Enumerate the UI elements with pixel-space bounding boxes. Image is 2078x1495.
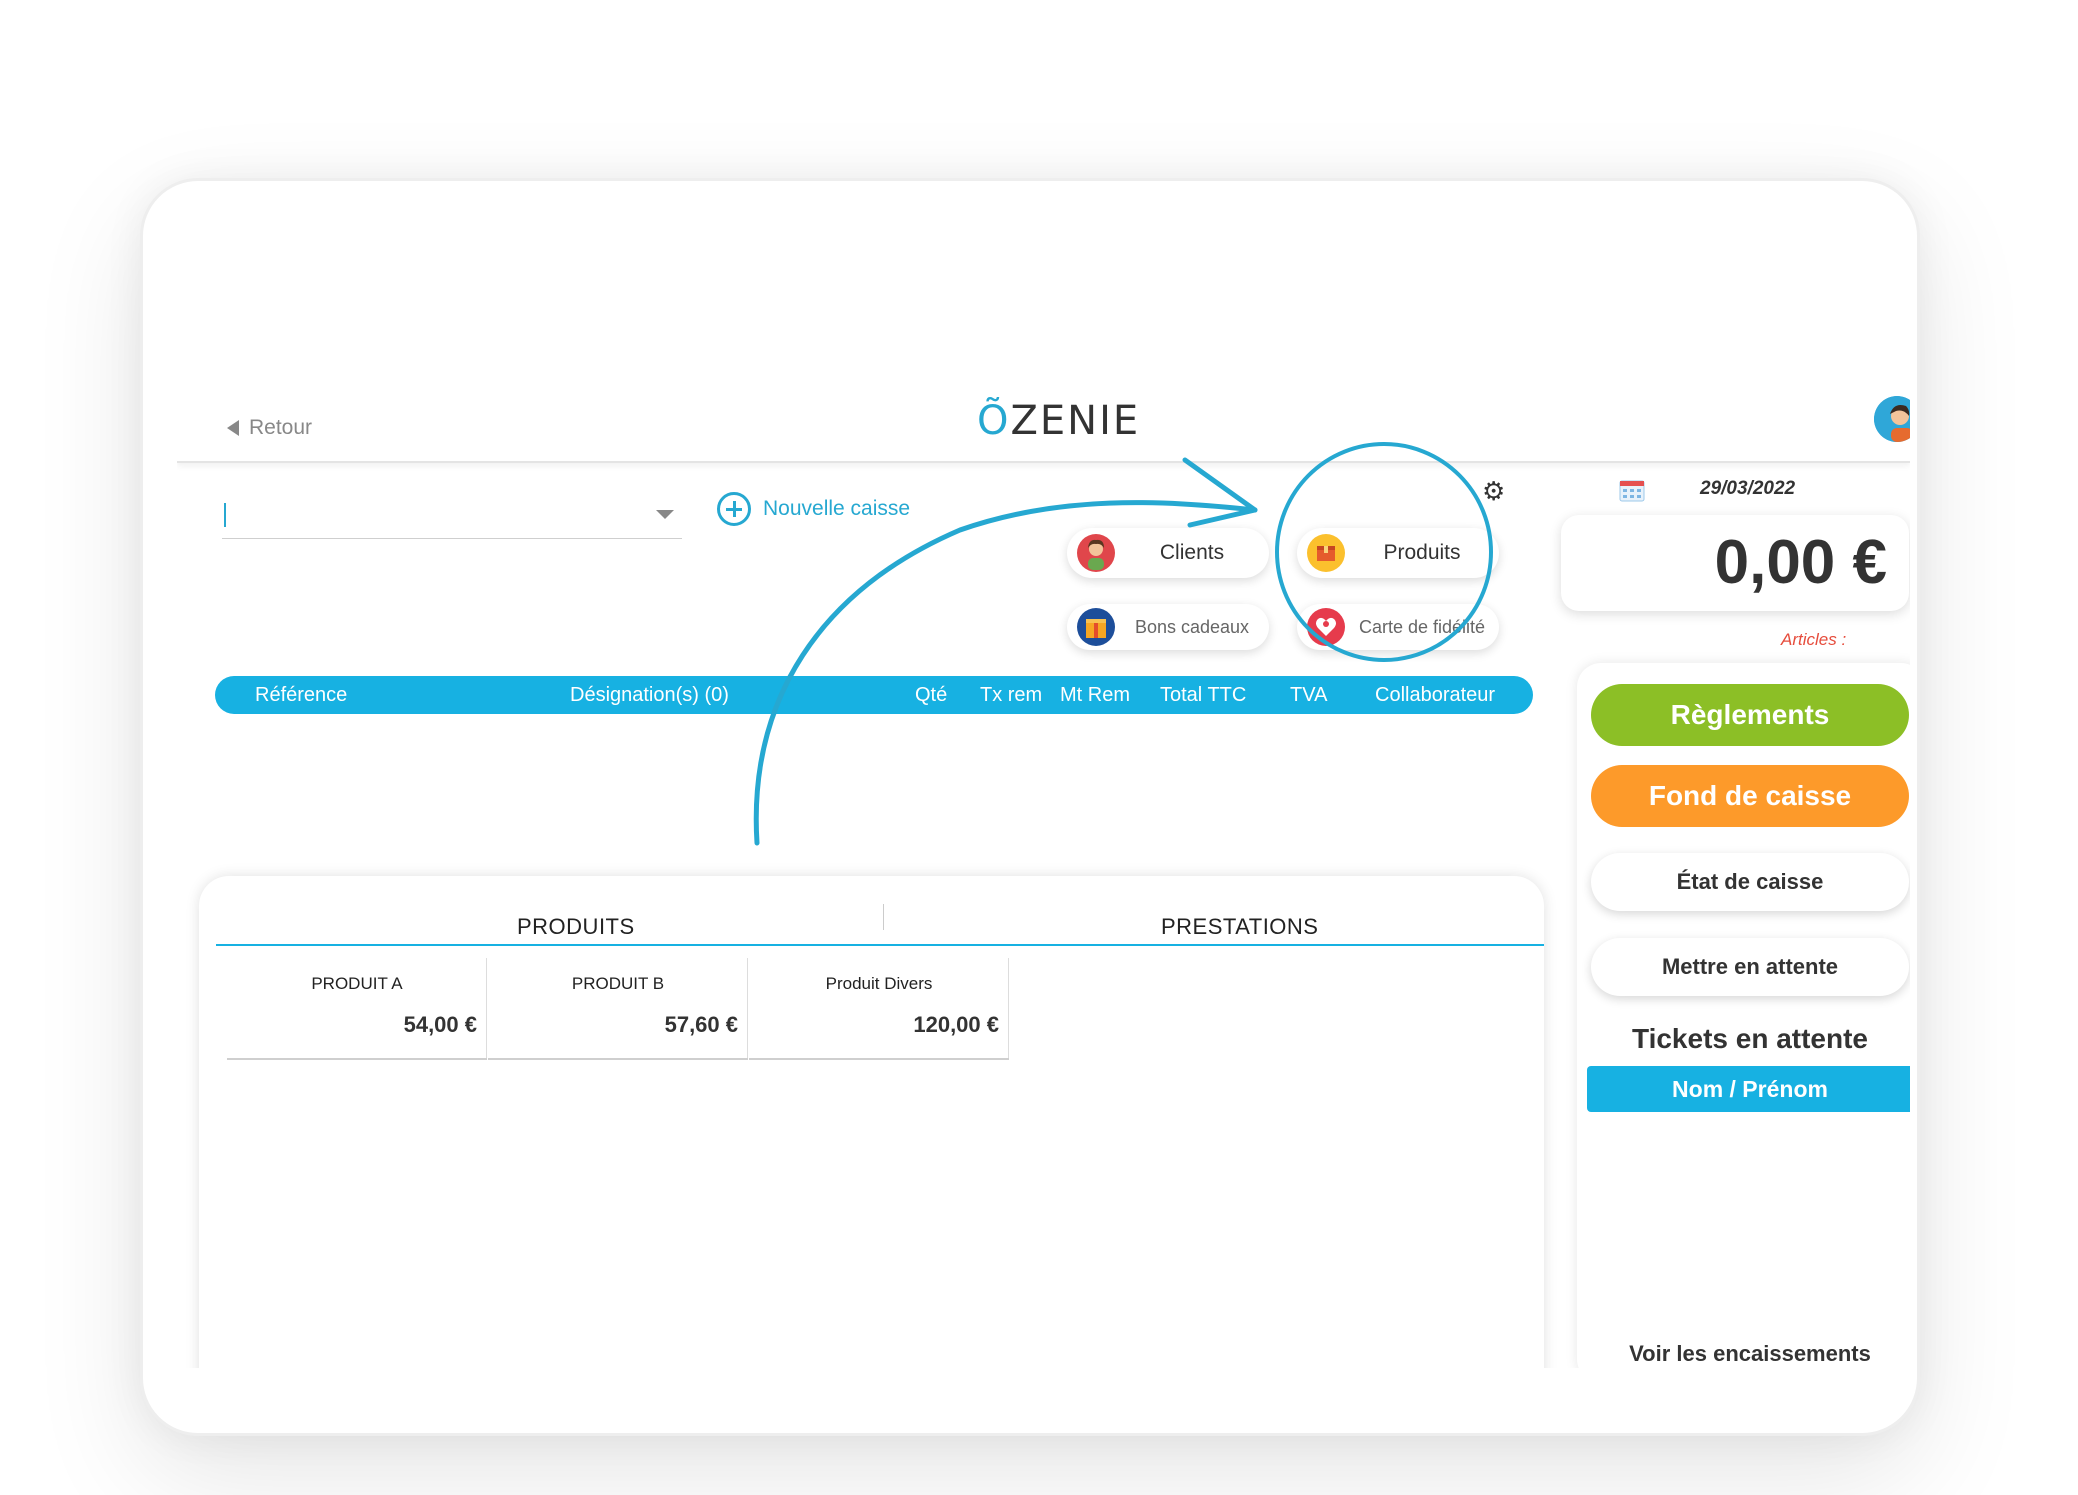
loyalty-card-button[interactable]: Carte de fidélité bbox=[1297, 604, 1499, 650]
total-amount-box: 0,00 € bbox=[1561, 515, 1909, 611]
col-qte: Qté bbox=[915, 684, 948, 706]
clients-label: Clients bbox=[1159, 541, 1225, 564]
gift-icon bbox=[1077, 608, 1115, 646]
current-date: 29/03/2022 bbox=[1700, 478, 1796, 499]
catalog-panel: PRODUITS PRESTATIONS PRODUIT A 54,00 € P… bbox=[199, 876, 1544, 1368]
register-select[interactable] bbox=[222, 538, 682, 539]
cash-float-button[interactable]: Fond de caisse bbox=[1591, 765, 1909, 827]
col-collaborateur: Collaborateur bbox=[1375, 684, 1496, 706]
col-tx-rem: Tx rem bbox=[980, 684, 1043, 706]
col-mt-rem: Mt Rem bbox=[1060, 684, 1130, 706]
product-price: 57,60 € bbox=[664, 1012, 738, 1037]
held-tickets-title: Tickets en attente bbox=[1631, 1023, 1869, 1054]
back-label: Retour bbox=[249, 416, 313, 439]
settings-gear-icon[interactable]: ⚙ bbox=[1482, 476, 1505, 507]
payments-button[interactable]: Règlements bbox=[1591, 684, 1909, 746]
top-bar: Retour ÕZENIE bbox=[177, 388, 1910, 463]
product-name: PRODUIT B bbox=[571, 974, 665, 993]
gift-vouchers-label: Bons cadeaux bbox=[1134, 616, 1250, 637]
card-divider bbox=[747, 958, 748, 1058]
product-price: 54,00 € bbox=[403, 1012, 477, 1037]
product-card[interactable]: PRODUIT B 57,60 € bbox=[488, 958, 748, 1060]
cash-status-button[interactable]: État de caisse bbox=[1591, 853, 1909, 911]
app-logo: ÕZENIE bbox=[977, 398, 1140, 444]
logo-text: ZENIE bbox=[1010, 398, 1141, 444]
col-reference: Référence bbox=[255, 684, 348, 706]
new-register-label: Nouvelle caisse bbox=[763, 497, 911, 520]
col-designation: Désignation(s) (0) bbox=[570, 684, 729, 706]
ticket-table-header: Référence Désignation(s) (0) Qté Tx rem … bbox=[215, 676, 1533, 714]
app-screen: Retour ÕZENIE Nouvelle caisse Clients Pr… bbox=[177, 388, 1910, 1368]
card-divider bbox=[1008, 958, 1009, 1058]
product-price: 120,00 € bbox=[913, 1012, 999, 1037]
product-name: PRODUIT A bbox=[311, 974, 403, 993]
produits-label: Produits bbox=[1383, 541, 1461, 564]
tab-prestations[interactable]: PRESTATIONS bbox=[1161, 914, 1318, 940]
product-name: Produit Divers bbox=[825, 974, 933, 993]
product-box-icon bbox=[1307, 534, 1345, 572]
register-select-caret bbox=[224, 503, 226, 527]
tab-underline bbox=[216, 944, 1544, 946]
user-avatar-icon bbox=[1874, 396, 1910, 442]
put-on-hold-button[interactable]: Mettre en attente bbox=[1591, 938, 1909, 996]
logo-mark: Õ bbox=[977, 398, 1011, 444]
col-tva: TVA bbox=[1290, 684, 1328, 706]
gift-vouchers-button[interactable]: Bons cadeaux bbox=[1067, 604, 1269, 650]
new-register-button[interactable]: Nouvelle caisse bbox=[717, 492, 910, 526]
tab-divider bbox=[883, 904, 884, 930]
chevron-down-icon[interactable] bbox=[656, 510, 674, 519]
calendar-icon[interactable] bbox=[1619, 478, 1645, 502]
articles-count-label: Articles : bbox=[1781, 630, 1847, 649]
loyalty-card-label: Carte de fidélité bbox=[1358, 616, 1486, 637]
view-payments-button[interactable]: Voir les encaissements bbox=[1591, 1341, 1909, 1367]
back-arrow-icon bbox=[227, 420, 239, 436]
back-button[interactable]: Retour bbox=[227, 416, 312, 440]
held-tickets-header: Nom / Prénom bbox=[1587, 1066, 1910, 1112]
client-person-icon bbox=[1077, 534, 1115, 572]
loyalty-heart-icon bbox=[1307, 608, 1345, 646]
add-circle-icon bbox=[717, 492, 751, 526]
tab-produits[interactable]: PRODUITS bbox=[517, 914, 635, 940]
product-card[interactable]: PRODUIT A 54,00 € bbox=[227, 958, 487, 1060]
produits-button[interactable]: Produits bbox=[1297, 528, 1499, 578]
card-divider bbox=[486, 958, 487, 1058]
clients-button[interactable]: Clients bbox=[1067, 528, 1269, 578]
user-avatar[interactable] bbox=[1874, 396, 1910, 442]
col-total-ttc: Total TTC bbox=[1160, 684, 1247, 706]
product-card[interactable]: Produit Divers 120,00 € bbox=[749, 958, 1009, 1060]
total-amount: 0,00 € bbox=[1714, 528, 1887, 597]
